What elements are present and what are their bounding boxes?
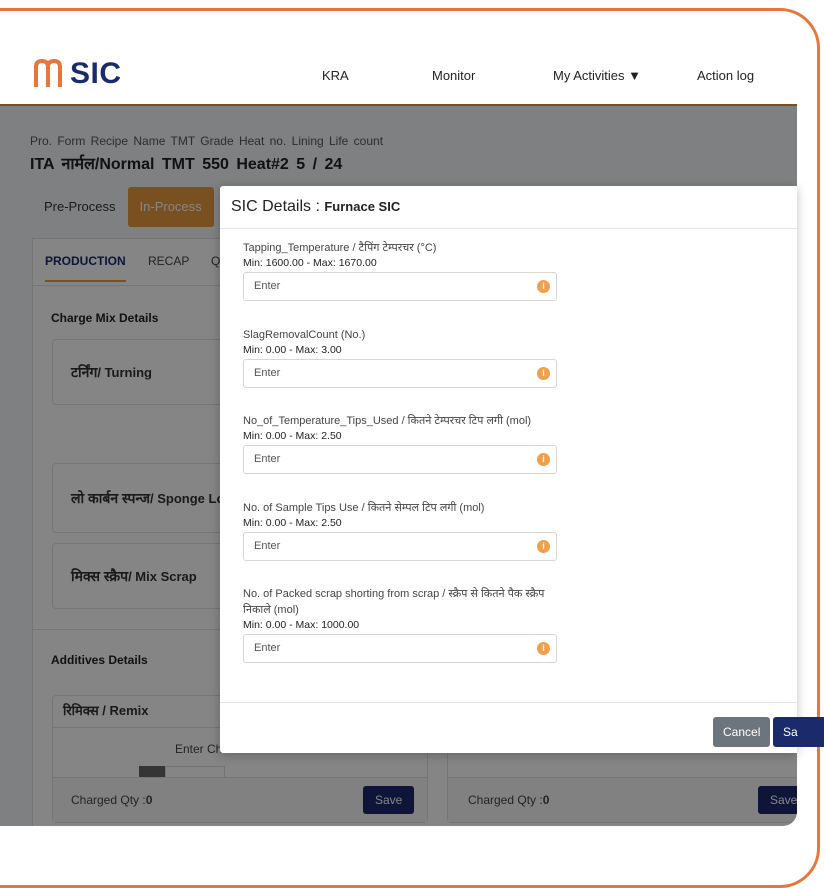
cancel-button[interactable]: Cancel xyxy=(713,717,771,747)
temperature-tips-input[interactable]: Enter i xyxy=(243,445,557,474)
field-range: Min: 1600.00 - Max: 1670.00 xyxy=(243,257,377,269)
sample-tips-input[interactable]: Enter i xyxy=(243,532,557,561)
input-placeholder: Enter xyxy=(254,367,281,379)
nav-monitor[interactable]: Monitor xyxy=(432,68,475,83)
sic-details-modal: SIC Details : Furnace SIC Tapping_Temper… xyxy=(220,186,824,754)
field-tapping-temperature: Tapping_Temperature / टैपिंग टेम्परचर (°… xyxy=(243,240,557,301)
modal-title-text: SIC Details : xyxy=(231,198,325,215)
field-range: Min: 0.00 - Max: 2.50 xyxy=(243,430,342,442)
logo-mark-icon xyxy=(34,58,62,87)
field-label: No. of Sample Tips Use / कितने सेम्पल टि… xyxy=(243,502,485,514)
slag-removal-count-input[interactable]: Enter i xyxy=(243,359,557,388)
modal-title: SIC Details : Furnace SIC xyxy=(231,198,400,216)
top-navbar: SIC KRA Monitor My Activities ▼ Action l… xyxy=(0,44,797,106)
info-icon[interactable]: i xyxy=(537,280,550,293)
info-icon[interactable]: i xyxy=(537,453,550,466)
nav-my-activities[interactable]: My Activities ▼ xyxy=(553,68,641,83)
field-label: No. of Packed scrap shorting from scrap … xyxy=(243,588,545,616)
field-sample-tips: No. of Sample Tips Use / कितने सेम्पल टि… xyxy=(243,500,557,561)
save-button[interactable]: Sa xyxy=(773,717,824,747)
info-icon[interactable]: i xyxy=(537,642,550,655)
field-label: SlagRemovalCount (No.) xyxy=(243,329,366,341)
input-placeholder: Enter xyxy=(254,642,281,654)
info-icon[interactable]: i xyxy=(537,540,550,553)
logo[interactable]: SIC xyxy=(32,50,122,98)
field-label: Tapping_Temperature / टैपिंग टेम्परचर (°… xyxy=(243,242,437,254)
field-range: Min: 0.00 - Max: 1000.00 xyxy=(243,619,360,631)
modal-title-furnace: Furnace SIC xyxy=(324,199,401,214)
modal-footer: Cancel Sa xyxy=(220,702,824,754)
input-placeholder: Enter xyxy=(254,453,281,465)
tapping-temperature-input[interactable]: Enter i xyxy=(243,272,557,301)
field-slag-removal-count: SlagRemovalCount (No.) Min: 0.00 - Max: … xyxy=(243,327,557,388)
nav-action-log[interactable]: Action log xyxy=(697,68,754,83)
nav-kra[interactable]: KRA xyxy=(322,68,349,83)
field-range: Min: 0.00 - Max: 3.00 xyxy=(243,344,342,356)
input-placeholder: Enter xyxy=(254,540,281,552)
input-placeholder: Enter xyxy=(254,280,281,292)
field-range: Min: 0.00 - Max: 2.50 xyxy=(243,517,342,529)
field-label: No_of_Temperature_Tips_Used / कितने टेम्… xyxy=(243,415,532,427)
modal-header: SIC Details : Furnace SIC xyxy=(220,186,797,229)
packed-scrap-input[interactable]: Enter i xyxy=(243,634,557,663)
field-temperature-tips: No_of_Temperature_Tips_Used / कितने टेम्… xyxy=(243,413,557,474)
info-icon[interactable]: i xyxy=(537,367,550,380)
field-packed-scrap: No. of Packed scrap shorting from scrap … xyxy=(243,586,557,663)
logo-text: SIC xyxy=(70,57,122,90)
